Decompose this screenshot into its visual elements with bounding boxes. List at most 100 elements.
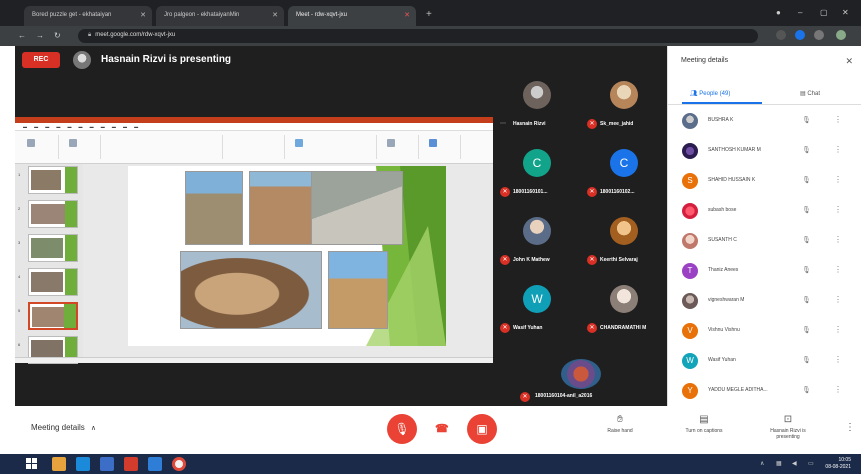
- more-options-icon[interactable]: ⋮: [834, 385, 842, 394]
- close-icon[interactable]: ✕: [272, 11, 278, 19]
- participant-tile[interactable]: ⋯ Hasnain Rizvi: [493, 71, 580, 139]
- more-options-icon[interactable]: ⋮: [834, 295, 842, 304]
- more-options-icon[interactable]: ⋮: [834, 145, 842, 154]
- captions-icon: ▤: [699, 414, 709, 425]
- more-options-icon[interactable]: ⋮: [834, 175, 842, 184]
- extension-icon[interactable]: [776, 30, 786, 40]
- presenting-label: Hasnain Rizvi is presenting: [101, 54, 232, 65]
- participant-row[interactable]: S SHAHID HUSSAIN K 🎙︎ ⋮: [668, 166, 861, 196]
- camera-toggle-button[interactable]: ▣: [467, 414, 497, 444]
- browser-tab-2[interactable]: Jro palgeon - ekhataiyanMin ✕: [156, 6, 284, 26]
- url-input[interactable]: 🔒︎ meet.google.com/rdw-xqvt-jxu: [78, 29, 758, 43]
- browser-tab-3[interactable]: Meet - rdw-xqvt-jxu ✕: [288, 6, 416, 26]
- slide-thumbnail[interactable]: [28, 200, 78, 228]
- slide-thumbnail[interactable]: [28, 268, 78, 296]
- more-options-icon[interactable]: ⋮: [845, 422, 855, 433]
- battery-icon[interactable]: ▭: [808, 460, 814, 467]
- participant-name: Keerthi Selvaraj: [600, 257, 638, 263]
- participant-row[interactable]: W Wasif Yuhan 🎙︎ ⋮: [668, 346, 861, 376]
- windows-start-icon[interactable]: [26, 458, 38, 470]
- participant-tile[interactable]: C ✕ 18001160101...: [493, 139, 580, 207]
- close-window-button[interactable]: ✕: [842, 8, 849, 17]
- participant-row[interactable]: SUSANTH C 🎙︎ ⋮: [668, 226, 861, 256]
- mail-icon[interactable]: [100, 457, 114, 471]
- mic-off-icon: 🎙︎: [802, 327, 811, 334]
- present-button[interactable]: ⊡ Hasnain Rizvi is presenting: [761, 414, 815, 440]
- more-options-icon[interactable]: ⋮: [834, 235, 842, 244]
- reload-icon[interactable]: ↻: [54, 31, 61, 40]
- volume-icon[interactable]: ◀︎: [792, 460, 797, 467]
- participant-tile[interactable]: ✕ CHANDRAMATHI M: [580, 275, 667, 343]
- browser-tab-1[interactable]: Bored puzzle get - ekhataiyan ✕: [24, 6, 152, 26]
- mic-off-icon: 🎙︎: [802, 147, 811, 154]
- edge-icon[interactable]: [76, 457, 90, 471]
- people-icon: 👥︎: [690, 91, 698, 97]
- file-explorer-icon[interactable]: [52, 457, 66, 471]
- tray-chevron-icon[interactable]: ∧: [760, 460, 764, 467]
- participant-tile[interactable]: C ✕ 18001160102...: [580, 139, 667, 207]
- mic-toggle-button[interactable]: 🎙︎: [387, 414, 417, 444]
- current-slide: [128, 166, 446, 346]
- tab-chat[interactable]: ▤ Chat: [800, 90, 820, 97]
- mic-off-icon: ✕: [500, 323, 510, 333]
- participant-row[interactable]: T Thaniz Anees 🎙︎ ⋮: [668, 256, 861, 286]
- paste-icon: [27, 139, 35, 147]
- profile-icon[interactable]: ●: [776, 8, 781, 17]
- minimize-button[interactable]: –: [798, 8, 802, 17]
- close-icon[interactable]: ✕: [140, 11, 146, 19]
- more-options-icon[interactable]: ⋮: [834, 355, 842, 364]
- network-icon[interactable]: ▦: [776, 460, 782, 467]
- avatar: W: [523, 285, 551, 313]
- more-icon[interactable]: ⋯: [500, 120, 506, 127]
- tab-people-label: People (49): [699, 91, 731, 97]
- mic-off-icon: ✕: [587, 323, 597, 333]
- slide-thumbnail[interactable]: [28, 166, 78, 194]
- chevron-up-icon: ∧: [90, 425, 96, 432]
- maximize-button[interactable]: ▢: [820, 8, 828, 17]
- slide-thumbnail[interactable]: [28, 234, 78, 262]
- tab-people[interactable]: 👥︎ People (49): [690, 90, 730, 97]
- extension-icon[interactable]: [795, 30, 805, 40]
- green-shape: [65, 235, 77, 261]
- participant-tile[interactable]: ✕ Sk_mee_jahid: [580, 71, 667, 139]
- participant-row[interactable]: BUSHRA K 🎙︎ ⋮: [668, 106, 861, 136]
- raise-hand-button[interactable]: ✋︎ Raise hand: [593, 414, 647, 434]
- back-icon[interactable]: ←: [18, 31, 26, 40]
- participant-row[interactable]: vigneshwaran M 🎙︎ ⋮: [668, 286, 861, 316]
- site-photo-2: [249, 171, 313, 245]
- extension-icon[interactable]: [814, 30, 824, 40]
- more-options-icon[interactable]: ⋮: [834, 325, 842, 334]
- slide-thumbnail-selected[interactable]: [28, 302, 78, 330]
- taskbar-clock[interactable]: 10:05 08-08-2021: [825, 457, 851, 471]
- chrome-icon[interactable]: [172, 457, 186, 471]
- participant-row[interactable]: subash bose 🎙︎ ⋮: [668, 196, 861, 226]
- participant-name: Wasif Yuhan: [708, 357, 736, 363]
- participant-tile[interactable]: ✕ Keerthi Selvaraj: [580, 207, 667, 275]
- participant-tile[interactable]: ✕ 18001160104-anil_a2016: [513, 356, 648, 404]
- avatar: [610, 217, 638, 245]
- close-icon[interactable]: ✕: [404, 11, 410, 19]
- more-options-icon[interactable]: ⋮: [834, 265, 842, 274]
- present-icon: ⊡: [783, 414, 793, 425]
- avatar[interactable]: [836, 30, 846, 40]
- participant-row[interactable]: SANTHOSH KUMAR M 🎙︎ ⋮: [668, 136, 861, 166]
- acrobat-icon[interactable]: [124, 457, 138, 471]
- hang-up-button[interactable]: ☎︎: [435, 422, 449, 435]
- captions-button[interactable]: ▤ Turn on captions: [677, 414, 731, 434]
- participant-name: YADDU MEGLE ADITHA...: [708, 387, 768, 393]
- participant-tile[interactable]: W ✕ Wasif Yuhan: [493, 275, 580, 343]
- forward-icon[interactable]: →: [36, 31, 44, 40]
- more-options-icon[interactable]: ⋮: [834, 205, 842, 214]
- tab-title: Meet - rdw-xqvt-jxu: [296, 12, 348, 18]
- word-icon[interactable]: [148, 457, 162, 471]
- meeting-details-button[interactable]: Meeting details ∧: [31, 423, 96, 432]
- new-tab-button[interactable]: +: [426, 9, 432, 20]
- more-options-icon[interactable]: ⋮: [834, 115, 842, 124]
- ribbon-group: [379, 135, 419, 159]
- participant-name: Wasif Yuhan: [513, 325, 543, 331]
- tab-chat-label: Chat: [807, 91, 821, 97]
- participant-tile[interactable]: ✕ John K Mathew: [493, 207, 580, 275]
- participant-row[interactable]: Y YADDU MEGLE ADITHA... 🎙︎ ⋮: [668, 376, 861, 406]
- close-icon[interactable]: ✕: [845, 56, 853, 67]
- participant-row[interactable]: V Vishnu Vishnu 🎙︎ ⋮: [668, 316, 861, 346]
